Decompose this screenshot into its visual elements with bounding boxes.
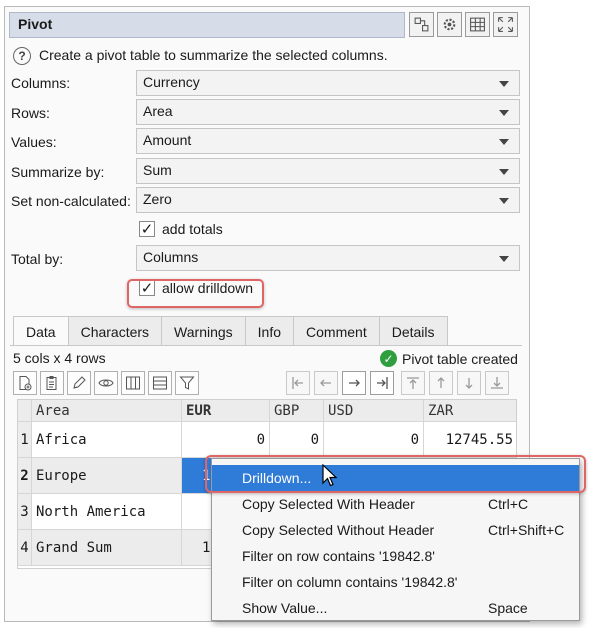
- menu-item-show-value[interactable]: Show Value... Space: [212, 595, 579, 621]
- new-file-icon[interactable]: [13, 371, 37, 395]
- column-header[interactable]: GBP: [270, 400, 324, 422]
- totalby-dropdown[interactable]: Columns: [136, 245, 520, 271]
- menu-item-copy-with-header[interactable]: Copy Selected With Header Ctrl+C: [212, 491, 579, 517]
- columns-icon[interactable]: [121, 371, 145, 395]
- table-cell[interactable]: Africa: [32, 422, 182, 458]
- chevron-down-icon: [499, 169, 509, 175]
- up-arrow-icon[interactable]: [429, 371, 453, 395]
- noncalc-dropdown[interactable]: Zero: [136, 187, 520, 213]
- add-totals-label: add totals: [162, 221, 223, 237]
- values-value: Amount: [143, 132, 192, 148]
- values-label: Values:: [11, 134, 57, 150]
- pin-icon[interactable]: [409, 12, 434, 37]
- menu-item-label: Copy Selected Without Header: [242, 522, 435, 538]
- row-number[interactable]: 4: [18, 530, 32, 566]
- menu-item-label: Copy Selected With Header: [242, 496, 415, 512]
- rows-dropdown[interactable]: Area: [136, 99, 520, 125]
- row-number[interactable]: 3: [18, 494, 32, 530]
- table-cell[interactable]: 0: [324, 422, 424, 458]
- row-number[interactable]: 2: [18, 458, 32, 494]
- column-header[interactable]: USD: [324, 400, 424, 422]
- pencil-icon[interactable]: [67, 371, 91, 395]
- tab-comment[interactable]: Comment: [293, 316, 380, 346]
- top-row-icon[interactable]: [401, 371, 425, 395]
- panel-title: Pivot: [9, 12, 405, 38]
- right-arrow-icon[interactable]: [342, 371, 366, 395]
- menu-item-filter-row[interactable]: Filter on row contains '19842.8': [212, 543, 579, 569]
- values-dropdown[interactable]: Amount: [136, 128, 520, 154]
- noncalc-label: Set non-calculated:: [11, 193, 131, 209]
- tab-characters[interactable]: Characters: [67, 316, 163, 346]
- menu-item-label: Filter on row contains '19842.8': [242, 548, 435, 564]
- left-arrow-icon[interactable]: [314, 371, 338, 395]
- panel-description: Create a pivot table to summarize the se…: [39, 47, 388, 63]
- tab-bar: Data Characters Warnings Info Comment De…: [13, 316, 448, 346]
- menu-item-shortcut: Space: [488, 600, 528, 616]
- columns-value: Currency: [143, 74, 200, 90]
- table-cell[interactable]: 0: [270, 422, 324, 458]
- tab-details[interactable]: Details: [378, 316, 448, 346]
- last-column-icon[interactable]: [370, 371, 394, 395]
- table-cell[interactable]: 0: [182, 422, 270, 458]
- filter-icon[interactable]: [175, 371, 199, 395]
- rows-icon[interactable]: [148, 371, 172, 395]
- chevron-down-icon: [499, 139, 509, 145]
- check-circle-icon: ✓: [380, 350, 397, 367]
- totalby-label: Total by:: [11, 251, 64, 267]
- tab-data[interactable]: Data: [13, 316, 69, 346]
- menu-item-label: Filter on column contains '19842.8': [242, 574, 458, 590]
- menu-item-shortcut: Ctrl+C: [488, 496, 529, 512]
- column-header[interactable]: Area: [32, 400, 182, 422]
- tab-info[interactable]: Info: [244, 316, 295, 346]
- summarize-label: Summarize by:: [11, 164, 105, 180]
- table-icon[interactable]: [465, 12, 490, 37]
- down-arrow-icon[interactable]: [457, 371, 481, 395]
- paste-icon[interactable]: [40, 371, 64, 395]
- status-message: ✓ Pivot table created: [380, 350, 518, 367]
- chevron-down-icon: [499, 81, 509, 87]
- noncalc-value: Zero: [143, 191, 172, 207]
- rows-label: Rows:: [11, 105, 50, 121]
- column-header[interactable]: EUR: [182, 400, 270, 422]
- table-cell[interactable]: 12745.55: [424, 422, 516, 458]
- rows-value: Area: [143, 103, 173, 119]
- row-number[interactable]: 1: [18, 422, 32, 458]
- menu-item-shortcut: Ctrl+Shift+C: [488, 522, 565, 538]
- table-dimensions: 5 cols x 4 rows: [13, 350, 106, 366]
- chevron-down-icon: [499, 198, 509, 204]
- menu-item-label: Show Value...: [242, 600, 328, 616]
- columns-dropdown[interactable]: Currency: [136, 70, 520, 96]
- tab-warnings[interactable]: Warnings: [161, 316, 246, 346]
- menu-item-filter-column[interactable]: Filter on column contains '19842.8': [212, 569, 579, 595]
- totalby-value: Columns: [143, 249, 199, 265]
- corner-cell: [18, 400, 32, 422]
- first-column-icon[interactable]: [286, 371, 310, 395]
- status-text: Pivot table created: [402, 350, 518, 367]
- help-icon[interactable]: ?: [13, 47, 31, 65]
- gear-icon[interactable]: [437, 12, 462, 37]
- add-totals-checkbox[interactable]: ✓: [139, 221, 155, 237]
- chevron-down-icon: [499, 110, 509, 116]
- drilldown-menu-callout: [205, 455, 586, 493]
- bottom-row-icon[interactable]: [485, 371, 509, 395]
- expand-icon[interactable]: [493, 12, 518, 37]
- add-totals-row[interactable]: ✓ add totals: [139, 221, 223, 237]
- table-cell[interactable]: Europe: [32, 458, 182, 494]
- mouse-cursor-icon: [322, 464, 338, 487]
- eye-icon[interactable]: [94, 371, 118, 395]
- column-header[interactable]: ZAR: [424, 400, 516, 422]
- table-cell[interactable]: North America: [32, 494, 182, 530]
- columns-label: Columns:: [11, 75, 71, 91]
- menu-item-copy-without-header[interactable]: Copy Selected Without Header Ctrl+Shift+…: [212, 517, 579, 543]
- drilldown-callout: [127, 279, 264, 308]
- table-cell[interactable]: Grand Sum: [32, 530, 182, 566]
- chevron-down-icon: [499, 256, 509, 262]
- summarize-dropdown[interactable]: Sum: [136, 158, 520, 184]
- summarize-value: Sum: [143, 162, 172, 178]
